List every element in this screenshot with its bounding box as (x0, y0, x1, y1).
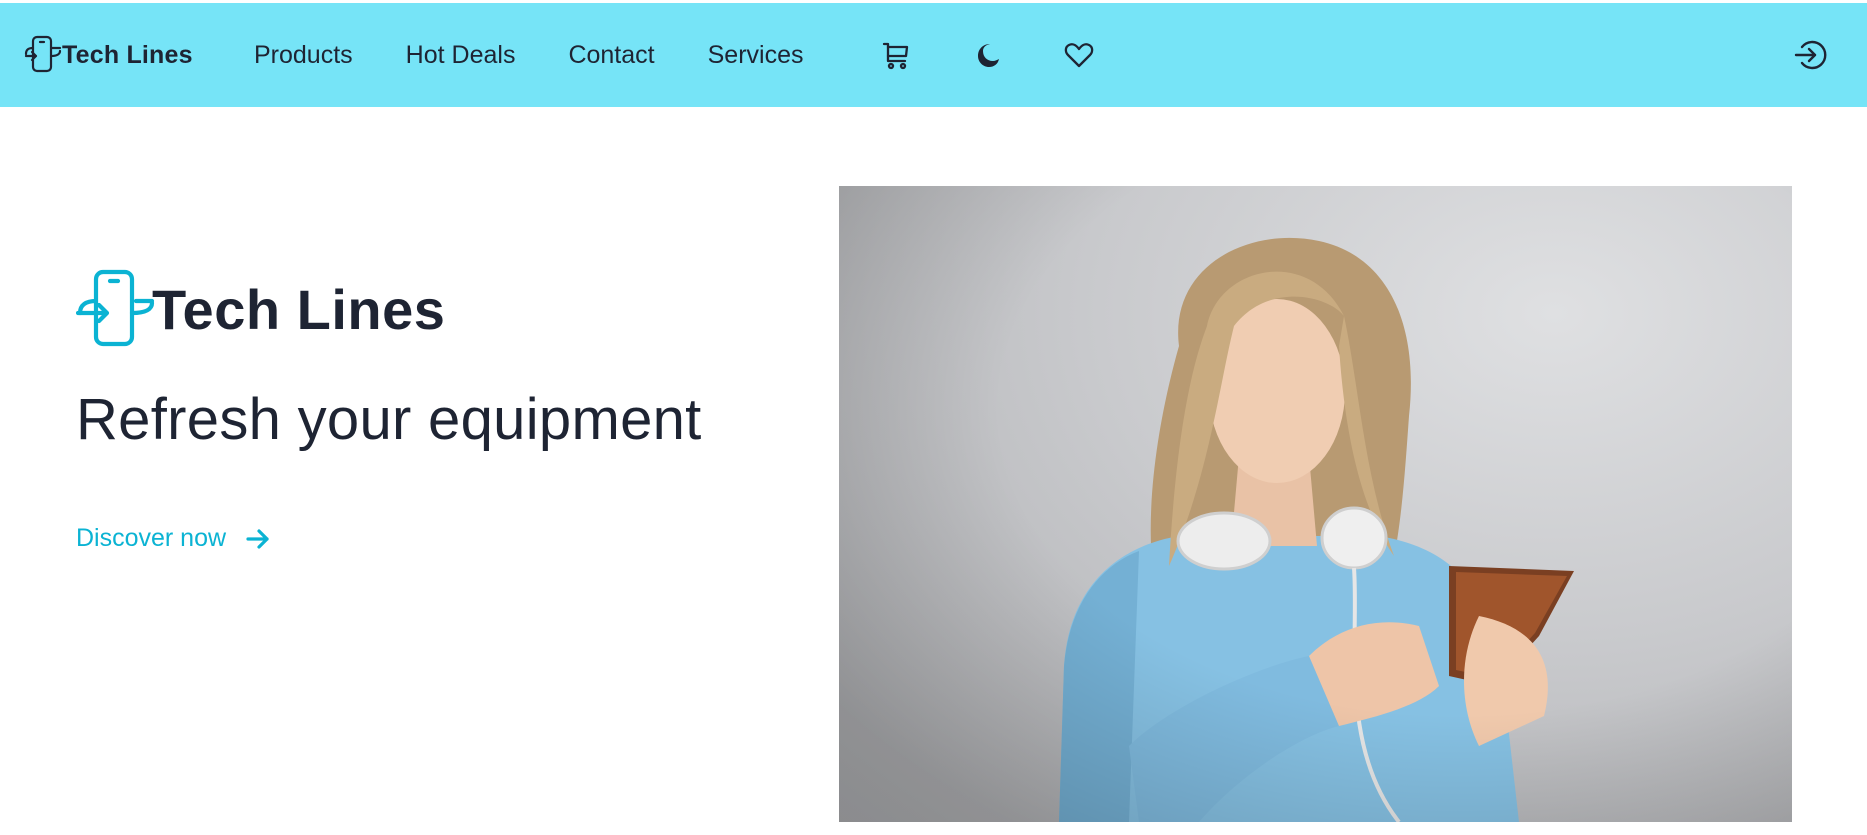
cart-button[interactable] (880, 39, 912, 71)
login-icon (1794, 40, 1827, 70)
nav-link-contact[interactable]: Contact (568, 41, 654, 70)
main-nav: Products Hot Deals Contact Services (254, 3, 856, 107)
phone-swap-logo-icon (24, 35, 62, 73)
nav-link-services[interactable]: Services (708, 41, 804, 70)
discover-now-link[interactable]: Discover now (76, 524, 272, 553)
wishlist-button[interactable] (1063, 39, 1095, 71)
woman-with-headphones-photo (839, 186, 1792, 822)
brand-name: Tech Lines (62, 40, 193, 69)
hero-brand: Tech Lines (76, 268, 445, 350)
hero-brand-name: Tech Lines (152, 277, 446, 341)
login-button[interactable] (1793, 37, 1829, 73)
theme-toggle-button[interactable] (971, 39, 1003, 71)
hero-content: Tech Lines Refresh your equipment Discov… (76, 268, 701, 552)
cart-icon (882, 42, 909, 70)
top-navbar: Tech Lines Products Hot Deals Contact Se… (0, 3, 1867, 107)
heart-icon (1064, 43, 1094, 68)
arrow-right-icon (246, 528, 269, 549)
moon-icon (978, 44, 999, 67)
brand-link[interactable]: Tech Lines (22, 3, 193, 107)
nav-link-products[interactable]: Products (254, 41, 353, 70)
discover-now-label: Discover now (76, 524, 227, 552)
nav-link-hot-deals[interactable]: Hot Deals (406, 41, 516, 70)
phone-swap-logo-icon (76, 269, 155, 347)
hero-tagline: Refresh your equipment (76, 387, 702, 452)
hero-photo (839, 186, 1792, 822)
